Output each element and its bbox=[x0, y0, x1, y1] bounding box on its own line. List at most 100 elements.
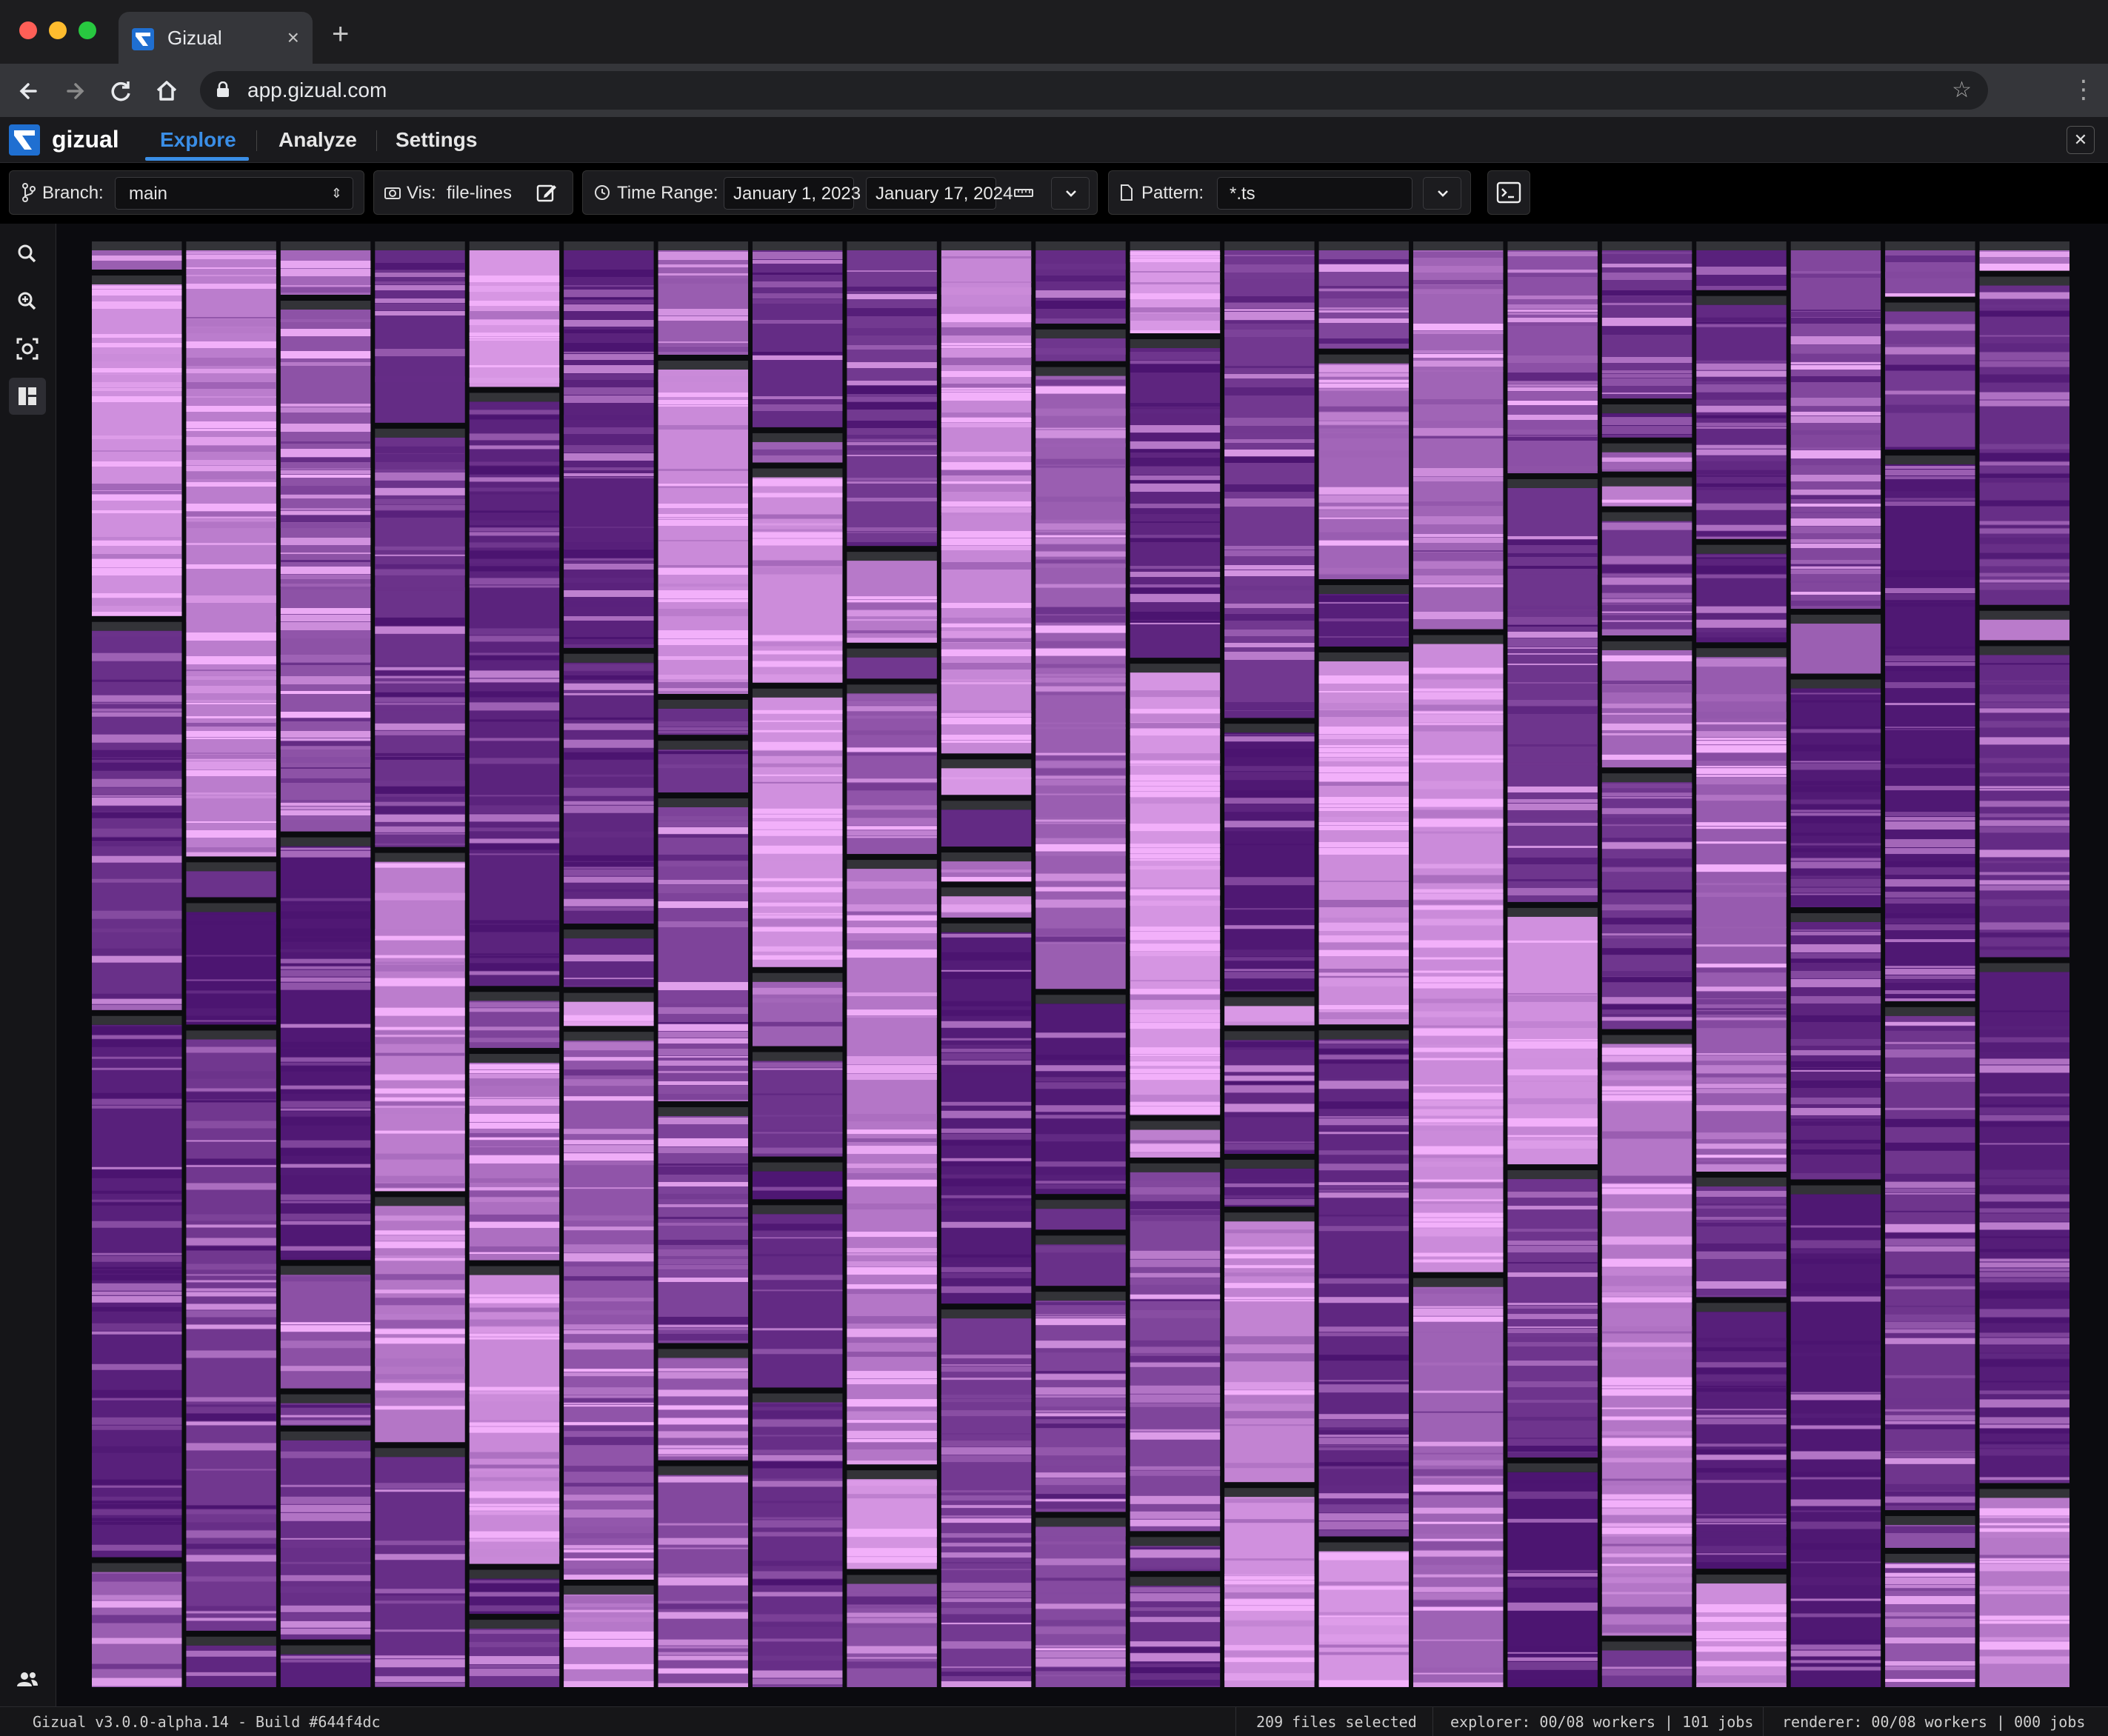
file-tile[interactable] bbox=[280, 241, 371, 295]
terminal-button[interactable] bbox=[1487, 170, 1530, 215]
file-tile[interactable] bbox=[1130, 339, 1221, 658]
file-tile[interactable] bbox=[658, 741, 748, 792]
file-tile[interactable] bbox=[1601, 404, 1692, 438]
file-tile[interactable] bbox=[1224, 1159, 1315, 1207]
file-tile[interactable] bbox=[1601, 641, 1692, 768]
edit-vis-icon[interactable] bbox=[536, 181, 558, 210]
file-tile[interactable] bbox=[1790, 912, 1881, 1180]
file-tile[interactable] bbox=[1979, 963, 2069, 1483]
file-tile[interactable] bbox=[1979, 1489, 2069, 1687]
file-tile[interactable] bbox=[1318, 354, 1409, 580]
file-tile[interactable] bbox=[1979, 241, 2069, 271]
file-tile[interactable] bbox=[1790, 679, 1881, 907]
file-tile[interactable] bbox=[92, 241, 182, 270]
address-bar[interactable]: app.gizual.com ☆ bbox=[200, 71, 1988, 110]
file-tile[interactable] bbox=[186, 903, 276, 1025]
file-tile[interactable] bbox=[564, 992, 654, 1026]
file-tile[interactable] bbox=[1601, 773, 1692, 1029]
forward-icon[interactable] bbox=[59, 76, 90, 107]
file-tile[interactable] bbox=[1696, 296, 1787, 539]
file-tile[interactable] bbox=[1601, 443, 1692, 472]
file-tile[interactable] bbox=[847, 241, 937, 547]
file-tile[interactable] bbox=[1790, 1185, 1881, 1687]
file-tile[interactable] bbox=[1035, 241, 1126, 324]
file-tile[interactable] bbox=[1507, 1463, 1598, 1687]
file-tile[interactable] bbox=[92, 621, 182, 1010]
tab-analyze[interactable]: Analyze bbox=[278, 126, 357, 154]
file-tile[interactable] bbox=[1130, 241, 1221, 334]
file-tile[interactable] bbox=[847, 860, 937, 1465]
file-tile[interactable] bbox=[658, 1349, 748, 1460]
file-tile[interactable] bbox=[1035, 1292, 1126, 1512]
file-tile[interactable] bbox=[92, 276, 182, 616]
file-tile[interactable] bbox=[941, 1309, 1032, 1687]
file-tile[interactable] bbox=[469, 393, 560, 986]
file-tile[interactable] bbox=[753, 688, 843, 967]
file-tile[interactable] bbox=[847, 1470, 937, 1569]
file-tile[interactable] bbox=[1885, 1516, 1975, 1548]
file-tile[interactable] bbox=[280, 1431, 371, 1640]
file-tile[interactable] bbox=[1696, 544, 1787, 643]
file-tile[interactable] bbox=[92, 1563, 182, 1687]
file-tile[interactable] bbox=[1130, 664, 1221, 1115]
zoom-icon[interactable] bbox=[9, 283, 46, 320]
file-tile[interactable] bbox=[1035, 995, 1126, 1195]
file-tile[interactable] bbox=[658, 1466, 748, 1687]
file-tile[interactable] bbox=[469, 1266, 560, 1564]
file-tile[interactable] bbox=[1413, 635, 1504, 1272]
file-tile[interactable] bbox=[1318, 241, 1409, 349]
file-tile[interactable] bbox=[753, 468, 843, 683]
file-tile[interactable] bbox=[847, 1575, 937, 1687]
file-tile[interactable] bbox=[1885, 1006, 1975, 1511]
file-tile[interactable] bbox=[469, 1569, 560, 1615]
file-tile[interactable] bbox=[186, 1030, 276, 1631]
ruler-icon[interactable] bbox=[1014, 181, 1033, 210]
file-tile[interactable] bbox=[658, 241, 748, 355]
file-tile[interactable] bbox=[1224, 1488, 1315, 1687]
file-tile[interactable] bbox=[280, 1266, 371, 1389]
file-tile[interactable] bbox=[469, 1620, 560, 1687]
minimize-window-icon[interactable] bbox=[49, 21, 67, 39]
screenshot-icon[interactable] bbox=[9, 330, 46, 367]
file-tile[interactable] bbox=[1885, 241, 1975, 297]
file-tile[interactable] bbox=[375, 428, 465, 847]
maximize-window-icon[interactable] bbox=[79, 21, 96, 39]
file-tile[interactable] bbox=[1224, 1031, 1315, 1154]
file-tile[interactable] bbox=[564, 653, 654, 924]
file-tile[interactable] bbox=[186, 862, 276, 898]
file-tile[interactable] bbox=[1318, 1542, 1409, 1687]
file-tile[interactable] bbox=[658, 1106, 748, 1343]
users-icon[interactable] bbox=[9, 1660, 46, 1697]
file-tile[interactable] bbox=[564, 929, 654, 987]
pattern-input[interactable]: *.ts bbox=[1217, 177, 1412, 210]
file-tile[interactable] bbox=[1413, 1278, 1504, 1687]
file-tile[interactable] bbox=[1885, 455, 1975, 1001]
pattern-dropdown[interactable] bbox=[1423, 177, 1461, 210]
file-tile[interactable] bbox=[847, 648, 937, 679]
file-tile[interactable] bbox=[753, 1162, 843, 1200]
file-tile[interactable] bbox=[1696, 241, 1787, 290]
file-tile[interactable] bbox=[1885, 1553, 1975, 1687]
file-tile[interactable] bbox=[1507, 1170, 1598, 1458]
file-tile[interactable] bbox=[1507, 907, 1598, 1165]
file-tile[interactable] bbox=[1224, 997, 1315, 1026]
file-tile[interactable] bbox=[1507, 241, 1598, 473]
file-tile[interactable] bbox=[941, 801, 1032, 847]
file-tile[interactable] bbox=[280, 300, 371, 832]
file-tile[interactable] bbox=[1696, 1303, 1787, 1569]
file-tile[interactable] bbox=[186, 241, 276, 857]
file-tile[interactable] bbox=[469, 241, 560, 387]
layout-icon[interactable] bbox=[9, 378, 46, 415]
file-tile[interactable] bbox=[1885, 302, 1975, 450]
file-tile[interactable] bbox=[1224, 241, 1315, 718]
file-tile[interactable] bbox=[1035, 1200, 1126, 1230]
file-tile[interactable] bbox=[1224, 1212, 1315, 1483]
end-date-input[interactable]: January 17, 2024 bbox=[866, 177, 1013, 210]
time-range-dropdown[interactable] bbox=[1051, 177, 1090, 210]
browser-menu-icon[interactable]: ⋮ bbox=[2071, 77, 2096, 102]
back-icon[interactable] bbox=[13, 76, 44, 107]
branch-select[interactable]: main ⇕ bbox=[115, 177, 353, 210]
file-tile[interactable] bbox=[375, 1197, 465, 1443]
file-tile[interactable] bbox=[753, 241, 843, 427]
file-tile[interactable] bbox=[941, 852, 1032, 882]
